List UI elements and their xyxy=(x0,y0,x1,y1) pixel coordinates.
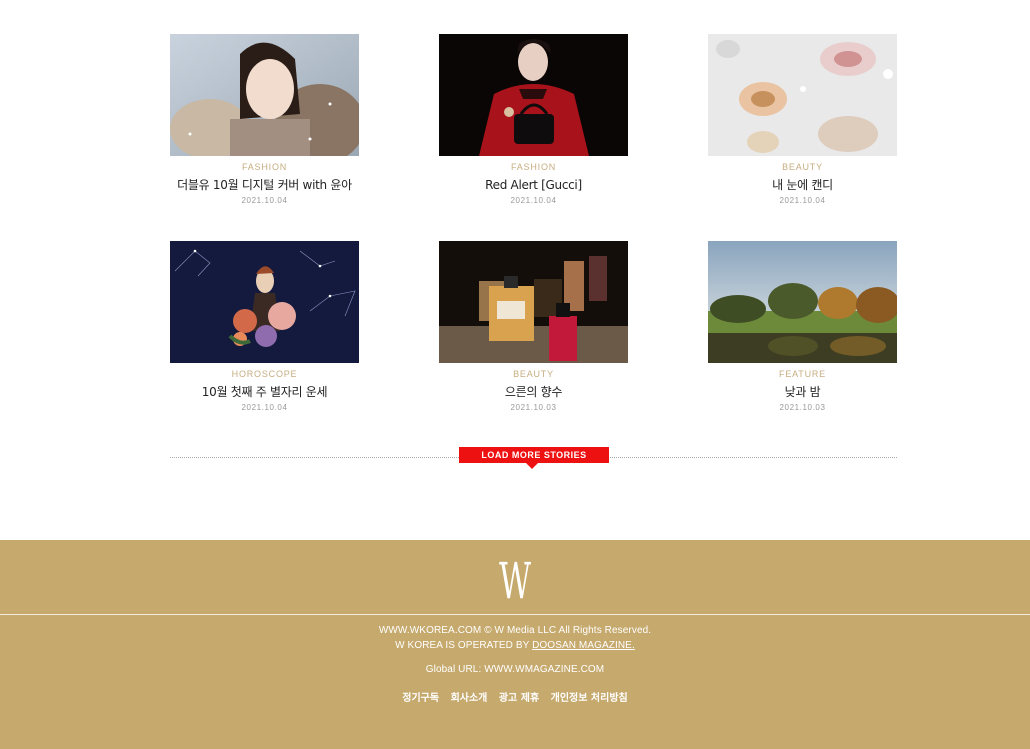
article-date: 2021.10.04 xyxy=(241,196,288,205)
footer-divider xyxy=(0,614,1030,615)
article-category: FEATURE xyxy=(779,369,826,379)
article-card[interactable]: HOROSCOPE 10월 첫째 주 별자리 운세 2021.10.04 xyxy=(170,241,359,412)
load-more-button[interactable]: LOAD MORE STORIES xyxy=(459,447,609,463)
article-title[interactable]: Red Alert [Gucci] xyxy=(439,176,628,194)
footer: W WWW.WKOREA.COM © W Media LLC All Right… xyxy=(0,540,1030,749)
footer-links: 정기구독 회사소개 광고 제휴 개인정보 처리방침 xyxy=(0,689,1030,704)
article-date: 2021.10.04 xyxy=(510,196,557,205)
article-title[interactable]: 으른의 향수 xyxy=(439,383,628,401)
article-category: FASHION xyxy=(510,162,557,172)
article-date: 2021.10.03 xyxy=(510,403,557,412)
article-title[interactable]: 낮과 밤 xyxy=(708,383,897,401)
article-category: BEAUTY xyxy=(513,369,554,379)
article-card[interactable]: FASHION Red Alert [Gucci] 2021.10.04 xyxy=(439,34,628,205)
article-category: FASHION xyxy=(241,162,288,172)
article-title[interactable]: 10월 첫째 주 별자리 운세 xyxy=(170,383,359,401)
article-thumbnail[interactable] xyxy=(170,241,359,363)
article-card[interactable]: FASHION 더블유 10월 디지털 커버 with 윤아 2021.10.0… xyxy=(170,34,359,205)
article-thumbnail[interactable] xyxy=(708,34,897,156)
footer-link-ads[interactable]: 광고 제휴 xyxy=(499,693,539,704)
article-title[interactable]: 내 눈에 캔디 xyxy=(708,176,897,194)
article-thumbnail[interactable] xyxy=(439,241,628,363)
article-card[interactable]: FEATURE 낮과 밤 2021.10.03 xyxy=(708,241,897,412)
operated-by-text: W KOREA IS OPERATED BY xyxy=(395,640,533,651)
global-url-line: Global URL: WWW.WMAGAZINE.COM xyxy=(0,664,1030,676)
doosan-magazine-link[interactable]: DOOSAN MAGAZINE. xyxy=(532,640,635,651)
footer-link-subscribe[interactable]: 정기구독 xyxy=(402,693,439,704)
article-card[interactable]: BEAUTY 으른의 향수 2021.10.03 xyxy=(439,241,628,412)
article-card[interactable]: BEAUTY 내 눈에 캔디 2021.10.04 xyxy=(708,34,897,205)
global-url-link[interactable]: WWW.WMAGAZINE.COM xyxy=(484,664,604,675)
article-category: HOROSCOPE xyxy=(231,369,298,379)
global-url-label: Global URL: xyxy=(425,664,485,675)
article-thumbnail[interactable] xyxy=(439,34,628,156)
article-title[interactable]: 더블유 10월 디지털 커버 with 윤아 xyxy=(170,176,359,194)
w-logo[interactable]: W xyxy=(196,552,835,610)
copyright-text: WWW.WKOREA.COM © W Media LLC All Rights … xyxy=(378,625,652,636)
footer-link-privacy[interactable]: 개인정보 처리방침 xyxy=(551,693,628,704)
article-thumbnail[interactable] xyxy=(708,241,897,363)
article-date: 2021.10.04 xyxy=(241,403,288,412)
article-category: BEAUTY xyxy=(782,162,823,172)
caret-down-icon xyxy=(526,463,538,469)
operated-by-line: W KOREA IS OPERATED BY DOOSAN MAGAZINE. xyxy=(0,640,1030,652)
load-more-section: LOAD MORE STORIES xyxy=(170,447,897,469)
article-date: 2021.10.03 xyxy=(779,403,826,412)
footer-link-about[interactable]: 회사소개 xyxy=(451,693,488,704)
article-thumbnail[interactable] xyxy=(170,34,359,156)
article-date: 2021.10.04 xyxy=(779,196,826,205)
